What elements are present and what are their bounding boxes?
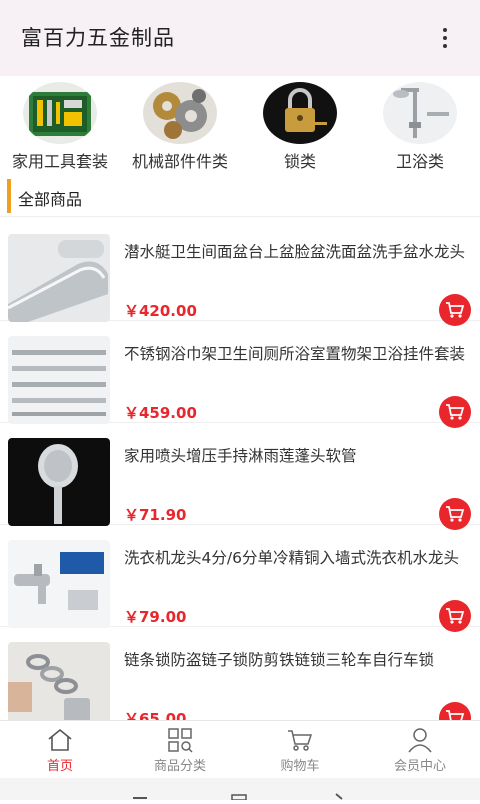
more-vertical-icon[interactable] xyxy=(430,22,460,54)
washing-faucet-image xyxy=(8,540,110,628)
category-label: 机械部件件类 xyxy=(131,152,228,171)
cart-icon xyxy=(446,710,465,720)
home-icon xyxy=(48,728,72,751)
category-grid-icon xyxy=(168,728,193,753)
bottom-tab-bar: 首页 商品分类 购物车 会员中心 xyxy=(0,720,480,779)
app-header: 富百力五金制品 xyxy=(0,0,480,76)
product-item[interactable]: 潜水艇卫生间面盆台上盆脸盆洗面盆洗手盆水龙头 ￥420.00 xyxy=(0,218,480,326)
category-label: 锁类 xyxy=(283,152,316,171)
product-price: ￥459.00 xyxy=(124,404,197,422)
shower-head-image xyxy=(8,438,110,526)
system-nav-bar xyxy=(0,778,480,801)
tab-cart[interactable]: 购物车 xyxy=(240,721,360,779)
category-label: 家用工具套装 xyxy=(11,152,108,171)
tab-label: 商品分类 xyxy=(153,759,206,774)
product-name: 链条锁防盗链子锁防剪铁链锁三轮车自行车锁 xyxy=(124,651,435,669)
section-title: 全部商品 xyxy=(18,190,83,209)
product-item[interactable]: 家用喷头增压手持淋雨莲蓬头软管 ￥71.90 xyxy=(0,422,480,530)
padlock-image xyxy=(263,82,337,144)
product-price: ￥420.00 xyxy=(124,302,197,320)
product-item[interactable]: 链条锁防盗链子锁防剪铁链锁三轮车自行车锁 ￥65.00 xyxy=(0,626,480,720)
section-accent-bar xyxy=(7,179,11,213)
towel-rack-image xyxy=(8,336,110,424)
product-item[interactable]: 洗衣机龙头4分/6分单冷精铜入墙式洗衣机水龙头 ￥79.00 xyxy=(0,524,480,632)
add-to-cart-button[interactable] xyxy=(439,702,471,720)
gears-image xyxy=(143,82,217,144)
tab-member-center[interactable]: 会员中心 xyxy=(360,721,480,779)
faucet-image xyxy=(8,234,110,322)
category-locks[interactable]: 锁类 xyxy=(240,78,360,178)
category-row: 家用工具套装 机械部件件类 锁类 卫浴类 xyxy=(0,78,480,178)
category-label: 卫浴类 xyxy=(395,152,444,171)
tab-label: 会员中心 xyxy=(393,759,446,774)
cart-icon xyxy=(446,506,465,522)
product-name: 家用喷头增压手持淋雨莲蓬头软管 xyxy=(124,447,357,465)
product-item[interactable]: 不锈钢浴巾架卫生间厕所浴室置物架卫浴挂件套装 ￥459.00 xyxy=(0,320,480,428)
app-title: 富百力五金制品 xyxy=(21,26,175,50)
tab-label: 购物车 xyxy=(280,759,320,774)
system-nav-icons xyxy=(133,793,343,801)
product-list: 潜水艇卫生间面盆台上盆脸盆洗面盆洗手盆水龙头 ￥420.00 不锈钢浴巾架卫生间… xyxy=(0,218,480,720)
tab-home[interactable]: 首页 xyxy=(0,721,120,779)
category-mechanical-parts[interactable]: 机械部件件类 xyxy=(120,78,240,178)
cart-icon xyxy=(446,608,465,624)
product-price: ￥71.90 xyxy=(124,506,187,524)
product-price: ￥79.00 xyxy=(124,608,187,626)
product-name: 潜水艇卫生间面盆台上盆脸盆洗面盆洗手盆水龙头 xyxy=(124,243,466,261)
user-icon xyxy=(408,728,432,753)
cart-icon xyxy=(288,730,313,751)
product-price: ￥65.00 xyxy=(124,710,187,720)
product-name: 洗衣机龙头4分/6分单冷精铜入墙式洗衣机水龙头 xyxy=(124,549,459,567)
category-tool-kit[interactable]: 家用工具套装 xyxy=(0,78,120,178)
cart-icon xyxy=(446,404,465,420)
section-header: 全部商品 xyxy=(0,178,480,217)
shower-image xyxy=(383,82,457,144)
tool-kit-image xyxy=(23,82,97,144)
tab-label: 首页 xyxy=(46,759,73,774)
tab-categories[interactable]: 商品分类 xyxy=(120,721,240,779)
product-name: 不锈钢浴巾架卫生间厕所浴室置物架卫浴挂件套装 xyxy=(124,345,466,363)
category-bathroom[interactable]: 卫浴类 xyxy=(360,78,480,178)
cart-icon xyxy=(446,302,465,318)
chain-lock-image xyxy=(8,642,110,720)
